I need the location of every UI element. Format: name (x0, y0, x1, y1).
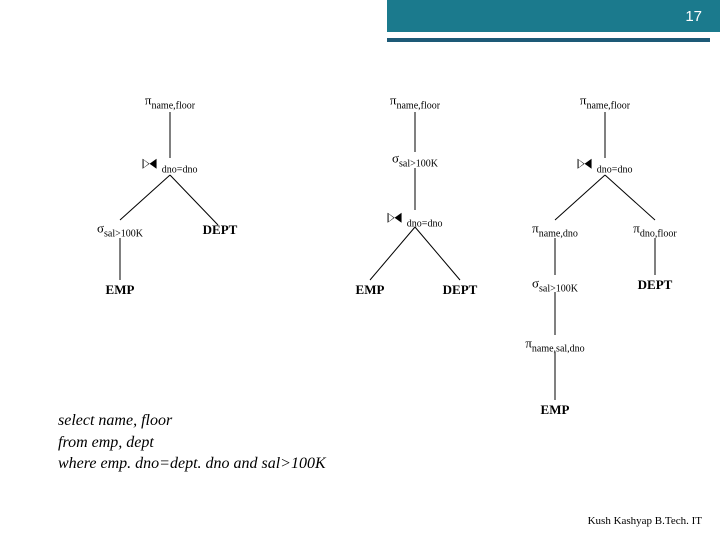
subscript: name,floor (586, 100, 630, 111)
t1-join: dno=dno (143, 157, 198, 176)
t2-emp-leaf: EMP (356, 282, 385, 298)
subscript: sal>100K (539, 283, 578, 294)
slide-number-bar: 17 (387, 0, 720, 32)
subscript: sal>100K (399, 158, 438, 169)
t1-dept-leaf: DEPT (203, 222, 238, 238)
subscript: name,sal,dno (532, 343, 585, 354)
t2-project-root: πname,floor (390, 93, 440, 112)
join-icon (143, 159, 157, 169)
subscript: dno,floor (640, 228, 677, 239)
t2-dept-leaf: DEPT (443, 282, 478, 298)
t1-select: σsal>100K (97, 221, 143, 240)
subscript: sal>100K (104, 228, 143, 239)
join-icon (578, 159, 592, 169)
pi-symbol: π (633, 221, 640, 236)
subscript: dno=dno (407, 218, 443, 229)
sigma-symbol: σ (392, 151, 399, 166)
pi-symbol: π (525, 336, 532, 351)
sigma-symbol: σ (97, 221, 104, 236)
sql-line-3: where emp. dno=dept. dno and sal>100K (58, 453, 326, 475)
t3-select: σsal>100K (532, 276, 578, 295)
subscript: name,dno (539, 228, 578, 239)
t1-project-root: πname,floor (145, 93, 195, 112)
footer-author: Kush Kashyap B.Tech. IT (588, 515, 702, 527)
t3-project-left: πname,dno (532, 221, 578, 240)
t3-emp-leaf: EMP (541, 402, 570, 418)
t1-emp-leaf: EMP (106, 282, 135, 298)
t2-join: dno=dno (388, 211, 443, 230)
subscript: name,floor (396, 100, 440, 111)
sql-query-text: select name, floor from emp, dept where … (58, 410, 326, 475)
join-icon (388, 213, 402, 223)
t3-dept-leaf: DEPT (638, 277, 673, 293)
subscript: dno=dno (597, 164, 633, 175)
page-number: 17 (685, 8, 702, 25)
t2-select: σsal>100K (392, 151, 438, 170)
sql-line-1: select name, floor (58, 410, 326, 432)
sql-line-2: from emp, dept (58, 432, 326, 454)
t3-project-right: πdno,floor (633, 221, 677, 240)
t3-join: dno=dno (578, 157, 633, 176)
t3-project-bottom: πname,sal,dno (525, 336, 584, 355)
t3-project-root: πname,floor (580, 93, 630, 112)
header-underline (387, 38, 710, 42)
subscript: dno=dno (162, 164, 198, 175)
sigma-symbol: σ (532, 276, 539, 291)
subscript: name,floor (151, 100, 195, 111)
